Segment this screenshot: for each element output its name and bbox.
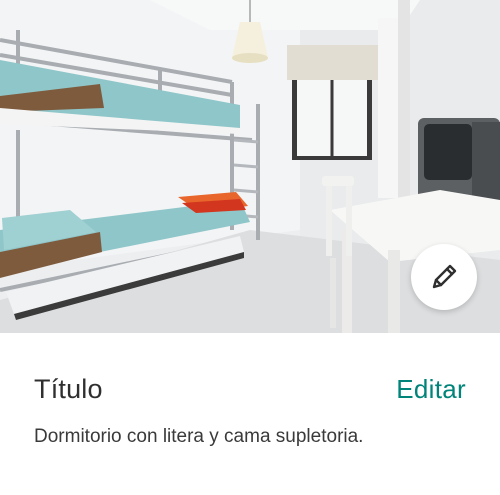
edit-title-link[interactable]: Editar — [396, 374, 466, 405]
title-section: Título Editar — [34, 374, 466, 414]
listing-photo — [0, 0, 500, 333]
listing-description: Dormitorio con litera y cama supletoria. — [34, 426, 364, 447]
section-title: Título — [34, 374, 103, 404]
pencil-icon — [432, 264, 457, 289]
edit-photo-button[interactable] — [411, 244, 477, 310]
